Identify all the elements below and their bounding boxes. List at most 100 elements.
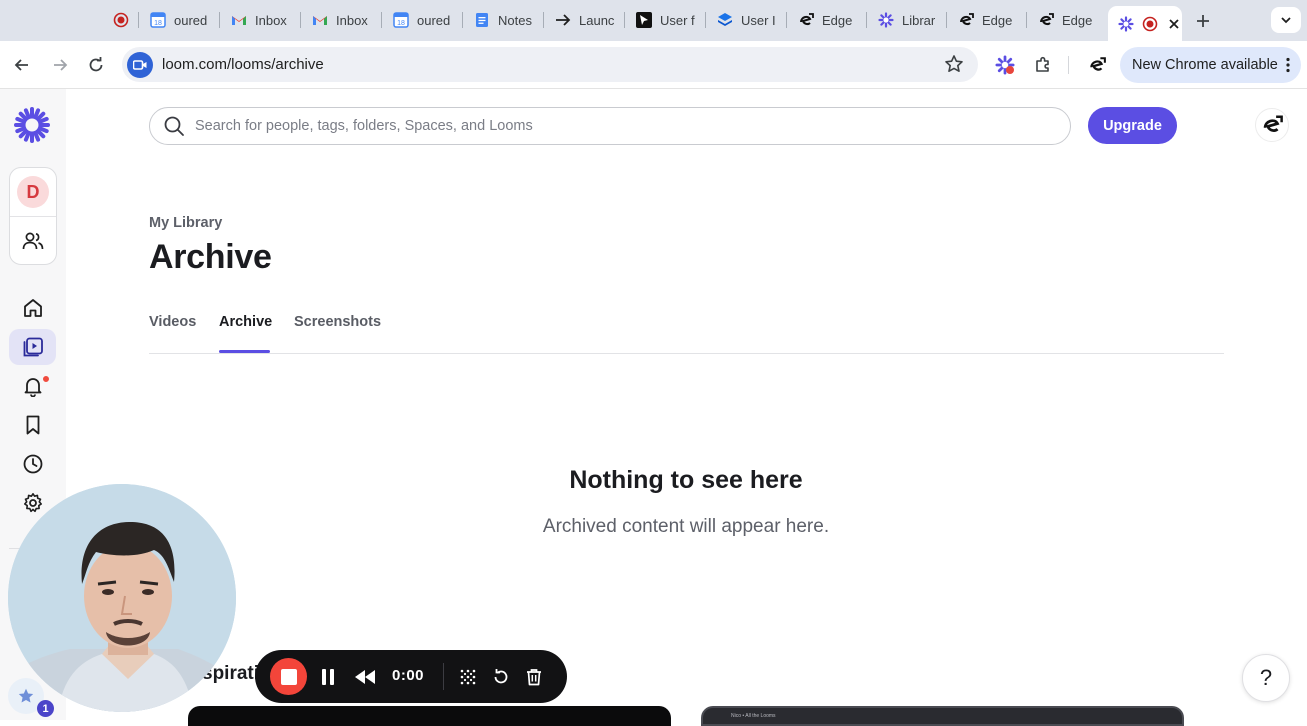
- edge-ext-icon: [1090, 57, 1106, 71]
- tab-library[interactable]: Librar: [866, 6, 946, 34]
- tab-active-loom[interactable]: [1108, 6, 1182, 41]
- tab-title: Inbox: [255, 12, 287, 28]
- edge-extension-badge[interactable]: [1255, 108, 1289, 142]
- tab-launch[interactable]: Launc: [543, 6, 623, 34]
- tab-title: Launc: [579, 12, 615, 28]
- tab-user-2[interactable]: User I: [705, 6, 785, 34]
- tab-notes[interactable]: Notes: [462, 6, 542, 34]
- tab-title: Edge: [1062, 12, 1093, 28]
- search-icon: [164, 116, 184, 136]
- tab-edge-3[interactable]: Edge: [1026, 6, 1106, 34]
- tab-title: Inbox: [336, 12, 368, 28]
- tab-title: Edge: [982, 12, 1013, 28]
- restart-recording-button[interactable]: [489, 665, 513, 689]
- svg-text:18: 18: [154, 20, 162, 27]
- star-filled-icon: [18, 688, 34, 703]
- edge-ext-icon: [1038, 12, 1054, 28]
- tab-recording[interactable]: [101, 6, 129, 34]
- rewind-button[interactable]: [353, 665, 377, 689]
- recording-controls: 0:00: [255, 650, 567, 703]
- back-button[interactable]: [8, 51, 36, 79]
- new-tab-button[interactable]: [1191, 9, 1215, 33]
- calendar-icon: 18: [393, 12, 409, 28]
- star-icon: [945, 55, 963, 72]
- loom-extension-button[interactable]: [993, 53, 1017, 77]
- tab-title: oured: [174, 12, 208, 28]
- extensions-button[interactable]: [1031, 53, 1055, 77]
- inspiration-video-thumbnail[interactable]: Nico • All the Looms: [701, 706, 1184, 726]
- home-icon[interactable]: [21, 296, 45, 320]
- inspiration-video-thumbnail[interactable]: [188, 706, 671, 726]
- tab-title: Notes: [498, 12, 532, 28]
- active-tab-underline: [219, 350, 270, 353]
- svg-text:18: 18: [397, 20, 405, 27]
- stop-icon: [280, 668, 297, 685]
- tab-archive[interactable]: Archive: [219, 314, 272, 330]
- delete-recording-button[interactable]: [522, 665, 546, 689]
- breadcrumb[interactable]: My Library: [149, 215, 222, 231]
- tab-edge-1[interactable]: Edge: [786, 6, 866, 34]
- library-icon[interactable]: [21, 335, 45, 359]
- record-icon: [1142, 16, 1158, 32]
- stack-icon: [717, 12, 733, 28]
- tab-title: Librar: [902, 12, 936, 28]
- calendar-icon: 18: [150, 12, 166, 28]
- gmail-icon: [231, 12, 247, 28]
- site-info-icon[interactable]: [127, 51, 153, 78]
- tab-edge-2[interactable]: Edge: [946, 6, 1026, 34]
- drawing-tools-button[interactable]: [456, 665, 480, 689]
- tab-gmail-1[interactable]: Inbox: [219, 6, 299, 34]
- trash-icon: [527, 669, 541, 686]
- reload-icon: [89, 57, 103, 72]
- arrow-left-icon: [14, 59, 28, 71]
- stop-recording-button[interactable]: [270, 658, 307, 695]
- tab-calendar-2[interactable]: 18 oured: [381, 6, 461, 34]
- notification-dot: [42, 375, 50, 383]
- close-tab-icon[interactable]: [1166, 16, 1182, 32]
- favorites-count-badge: 1: [37, 700, 54, 717]
- plus-icon: [1197, 15, 1209, 27]
- new-chrome-available-button[interactable]: New Chrome available: [1120, 47, 1301, 83]
- loom-logo-icon[interactable]: [14, 107, 50, 148]
- pause-button[interactable]: [316, 665, 340, 689]
- workspace-avatar[interactable]: D: [17, 176, 49, 208]
- reload-button[interactable]: [82, 51, 110, 79]
- arrow-icon: [555, 12, 571, 28]
- thumbnail-caption: Nico • All the Looms: [731, 713, 776, 719]
- restart-icon: [494, 669, 508, 684]
- forward-button[interactable]: [46, 51, 74, 79]
- gmail-icon: [312, 12, 328, 28]
- edge-ext-icon: [1263, 115, 1283, 132]
- pause-icon: [322, 669, 334, 685]
- bookmark-icon[interactable]: [21, 413, 45, 437]
- tab-title: User I: [741, 12, 776, 28]
- tab-title: oured: [417, 12, 451, 28]
- address-bar[interactable]: loom.com/looms/archive: [122, 47, 978, 82]
- dots-grid-icon: [460, 669, 476, 685]
- upgrade-button[interactable]: Upgrade: [1088, 107, 1177, 144]
- tab-screenshots[interactable]: Screenshots: [294, 314, 381, 330]
- cursor-icon: [636, 12, 652, 28]
- chevron-down-icon: [1281, 17, 1291, 24]
- tab-search-button[interactable]: [1271, 7, 1301, 33]
- docs-icon: [474, 12, 490, 28]
- tab-videos[interactable]: Videos: [149, 314, 196, 330]
- puzzle-icon: [1036, 56, 1049, 72]
- edge-ext-icon: [958, 12, 974, 28]
- tab-calendar-1[interactable]: 18 oured: [138, 6, 218, 34]
- arrow-right-icon: [54, 59, 68, 71]
- loom-icon: [1118, 15, 1134, 32]
- record-icon: [113, 12, 129, 28]
- browser-tab-bar: 18 oured Inbox Inbox 18 oured Notes Laun…: [0, 0, 1307, 41]
- bookmark-star-button[interactable]: [944, 54, 964, 79]
- tab-title: Edge: [822, 12, 853, 28]
- edge-extension-button[interactable]: [1085, 53, 1109, 77]
- favorites-control[interactable]: 1: [8, 678, 54, 717]
- tab-gmail-2[interactable]: Inbox: [300, 6, 380, 34]
- help-button[interactable]: ?: [1242, 654, 1290, 702]
- tab-user-1[interactable]: User f: [624, 6, 704, 34]
- people-icon[interactable]: [22, 230, 44, 257]
- search-input[interactable]: [195, 118, 1055, 134]
- empty-state-title: Nothing to see here: [569, 466, 803, 494]
- kebab-menu-icon: [1286, 57, 1290, 73]
